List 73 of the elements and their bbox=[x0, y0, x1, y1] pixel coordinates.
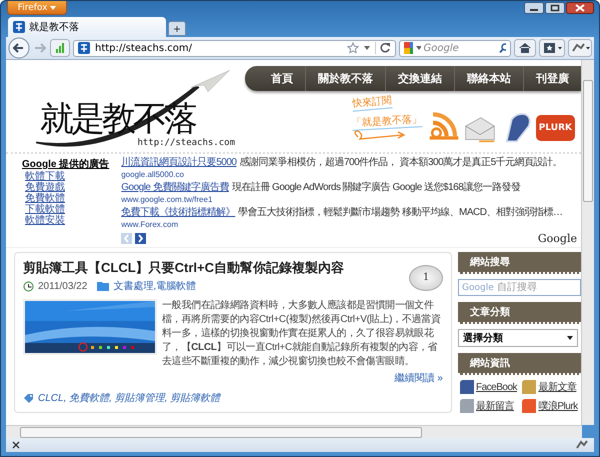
addon-icon[interactable] bbox=[568, 39, 592, 57]
ad-title-link[interactable]: 免費下載《技術指標精解》 bbox=[121, 207, 236, 219]
ad-link[interactable]: 免費軟體 bbox=[22, 193, 65, 204]
favicon-icon bbox=[78, 42, 90, 54]
plurk-icon[interactable]: PLURK bbox=[536, 115, 575, 141]
logo-url: http://steachs.com bbox=[137, 138, 235, 148]
dropdown-caret-icon[interactable] bbox=[364, 46, 370, 50]
nav-link[interactable]: 聯絡本站 bbox=[454, 66, 523, 91]
ad-link[interactable]: 免費遊戲 bbox=[22, 182, 65, 193]
ad-url-link[interactable]: www.google.com.tw/free1 bbox=[121, 194, 212, 206]
ad-url-link[interactable]: google.all5000.co bbox=[121, 169, 184, 181]
ad-text: 學會五大技術指標，輕鬆判斷市場趨勢 移動平均線、MACD、相對強弱指標… bbox=[238, 207, 562, 219]
ad-title-link[interactable]: 川流資訊網頁設計只要5000 bbox=[121, 157, 236, 169]
post-excerpt: 一般我們在記錄網路資料時，大多數人應該都是習慣開一個文件檔，再將所需要的內容Ctrl+C(複製)然後再Ctrl+V(貼上)，不過當資料一多，這樣的切換視窗動作實在挺累人的，久了很容易就眼花了，【CLCL】可以一直Ctrl+C就能自動記錄所有複製的內容，省去這些不斷重複的動作，減少視窗切換也較不會傷害眼睛。 bbox=[162, 299, 442, 369]
search-field[interactable]: Google bbox=[399, 40, 511, 56]
post-title[interactable]: 剪貼簿工具【CLCL】只要Ctrl+C自動幫你記錄複製內容 bbox=[23, 259, 344, 277]
bookmark-star-icon[interactable] bbox=[347, 42, 359, 54]
address-bar[interactable]: http://steachs.com/ bbox=[73, 40, 396, 56]
close-icon[interactable] bbox=[12, 441, 20, 449]
link-icon bbox=[460, 380, 474, 394]
ad-link[interactable]: 下載軟體 bbox=[22, 204, 65, 215]
signal-icon[interactable] bbox=[50, 39, 70, 57]
link-icon bbox=[522, 399, 536, 413]
category-link[interactable]: 文書處理,電腦軟體 bbox=[113, 279, 196, 293]
info-link[interactable]: FaceBook bbox=[476, 382, 518, 392]
subscribe-text: 快來訂閱 bbox=[351, 93, 392, 112]
google-brand: Google bbox=[538, 232, 577, 245]
horizontal-scrollbar[interactable] bbox=[6, 425, 582, 438]
read-more-link[interactable]: 繼續閱讀 » bbox=[394, 373, 443, 384]
info-link[interactable]: 噗浪Plurk bbox=[538, 399, 578, 413]
subscribe-text: 「就是教不落」 bbox=[351, 112, 422, 131]
browser-tab[interactable]: 就是教不落 bbox=[8, 17, 166, 37]
minimize-icon[interactable] bbox=[524, 2, 544, 14]
link-icon bbox=[460, 399, 474, 413]
nav-link[interactable]: 關於教不落 bbox=[305, 66, 385, 91]
maximize-icon[interactable] bbox=[545, 2, 565, 14]
tag-icon bbox=[23, 393, 34, 403]
caret-icon bbox=[50, 6, 56, 10]
favicon-icon bbox=[13, 21, 25, 33]
addon-icon bbox=[576, 440, 588, 450]
info-link[interactable]: 最新留言 bbox=[476, 399, 514, 413]
ad-text: 現在註冊 Google AdWords 關鍵字廣告 Google 送您$168讓您一路發發 bbox=[232, 182, 520, 194]
nav-link[interactable]: 交換連結 bbox=[385, 66, 454, 91]
vertical-scrollbar[interactable] bbox=[581, 60, 594, 425]
sidebar-heading: 文章分類 bbox=[458, 302, 581, 324]
sidebar-heading: 網站資訊 bbox=[458, 353, 581, 375]
category-select[interactable]: 選擇分類 bbox=[458, 329, 578, 347]
sidebar-heading: 網站搜尋 bbox=[458, 252, 581, 274]
tags-link[interactable]: CLCL, 免費軟體, 剪貼簿管理, 剪貼簿軟體 bbox=[38, 391, 220, 405]
ad-url-link[interactable]: www.Forex.com bbox=[121, 219, 178, 231]
arrow-icon bbox=[352, 129, 408, 143]
next-icon[interactable] bbox=[135, 233, 146, 244]
folder-icon bbox=[97, 281, 110, 291]
ad-link[interactable]: 軟體下載 bbox=[22, 171, 65, 182]
info-link[interactable]: 最新文章 bbox=[538, 380, 576, 394]
close-icon[interactable] bbox=[566, 2, 594, 14]
clock-icon bbox=[23, 280, 34, 292]
back-icon[interactable] bbox=[8, 37, 30, 59]
dropdown-caret-icon bbox=[567, 336, 573, 340]
post-date: 2011/03/22 bbox=[38, 280, 88, 292]
new-tab-button[interactable]: + bbox=[168, 21, 186, 36]
bookmarks-icon[interactable] bbox=[539, 39, 565, 57]
search-icon[interactable] bbox=[498, 43, 506, 53]
reload-icon[interactable] bbox=[375, 42, 391, 54]
nav-link[interactable]: 首頁 bbox=[259, 66, 305, 91]
ad-link[interactable]: 軟體安裝 bbox=[22, 215, 65, 226]
dropdown-caret-icon[interactable] bbox=[416, 46, 420, 50]
link-icon bbox=[522, 380, 536, 394]
ad-title-link[interactable]: Google 免費關鍵字廣告費 bbox=[121, 182, 229, 194]
ads-heading: Google 提供的廣告 bbox=[22, 157, 110, 170]
home-icon[interactable] bbox=[514, 39, 536, 57]
comment-count-bubble[interactable]: 1 bbox=[409, 265, 443, 291]
ad-text: 感謝同業爭相模仿，超過700件作品， 資本額300萬才是真正5千元網頁設計。 bbox=[239, 157, 562, 169]
